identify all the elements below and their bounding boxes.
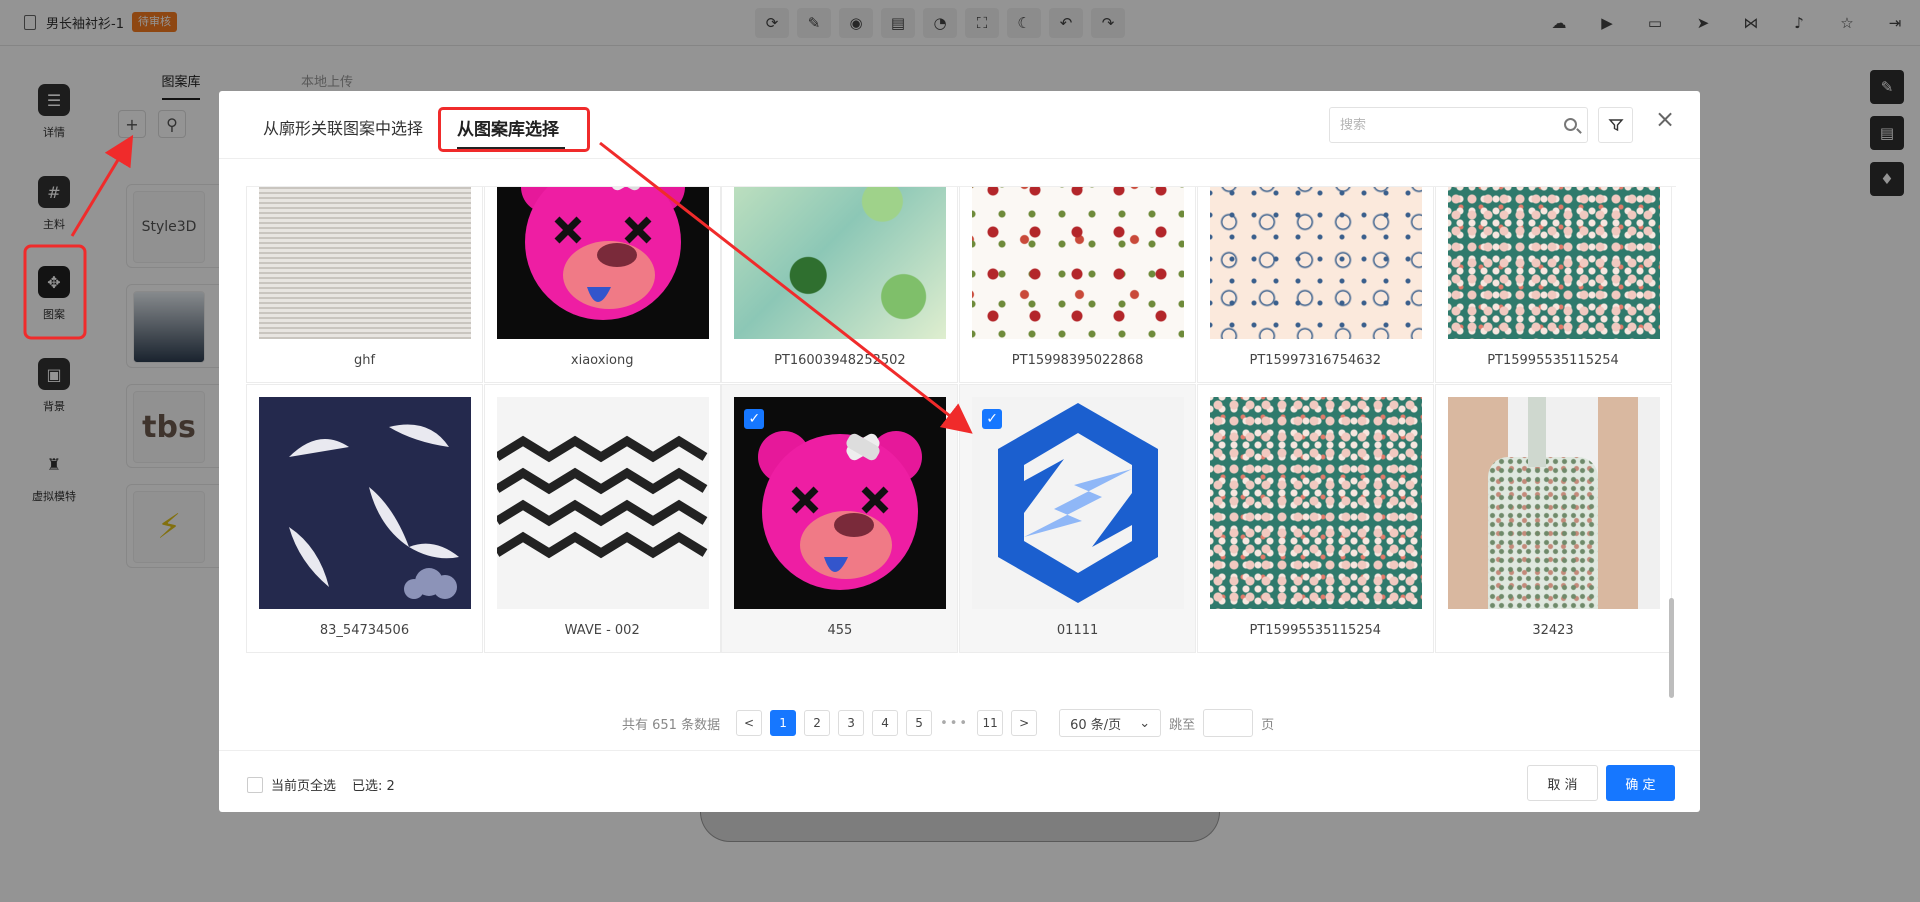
pattern-thumbnail [1447,187,1660,339]
selected-count: 已选: 2 [352,779,395,794]
select-all-label[interactable]: 当前页全选 [271,775,336,794]
filter-button[interactable] [1598,107,1633,143]
search-input[interactable] [1330,108,1550,142]
pattern-name: PT15998395022868 [1011,353,1144,368]
chevron-down-icon: ⌄ [1139,715,1151,731]
pattern-thumbnail [259,187,471,339]
checkbox-checked-icon[interactable]: ✓ [744,409,765,429]
pattern-thumbnail [972,397,1185,609]
grid-scrollbar[interactable] [1669,598,1674,698]
pattern-name: 32423 [1532,623,1574,638]
page-5[interactable]: 5 [906,710,933,736]
pattern-item[interactable]: PT15995535115254 [1196,384,1434,653]
cancel-button[interactable]: 取 消 [1527,765,1598,801]
pattern-thumbnail [734,187,947,339]
pattern-thumbnail [1209,397,1422,609]
page-size-value: 60 条/页 [1070,717,1122,733]
total-count: 共有 651 条数据 [622,717,721,733]
tab-annotation-box [438,107,590,152]
pattern-name: 455 [827,623,853,638]
dialog-footer: 当前页全选 已选: 2 取 消 确 定 [219,750,1700,812]
pattern-item[interactable]: PT15995535115254 [1434,187,1672,383]
search-icon[interactable] [1564,118,1577,131]
pattern-thumbnail [1447,397,1660,609]
pattern-item[interactable]: 83_54734506 [246,384,483,653]
page-size-select[interactable]: 60 条/页 ⌄ [1059,709,1162,737]
page-2[interactable]: 2 [804,710,831,736]
page-3[interactable]: 3 [838,710,865,736]
pattern-item[interactable]: PT16003948252502 [721,187,959,383]
confirm-button[interactable]: 确 定 [1606,765,1675,801]
pattern-name: 01111 [1056,623,1099,638]
pattern-item[interactable]: 32423 [1434,384,1672,653]
page-1[interactable]: 1 [770,710,797,736]
pattern-thumbnail [496,397,709,609]
pattern-name: PT16003948252502 [774,353,906,368]
jump-suffix: 页 [1261,717,1275,733]
pattern-name: PT15997316754632 [1249,353,1382,368]
pattern-item[interactable]: PT15997316754632 [1196,187,1434,383]
search-box [1329,107,1588,143]
pattern-item[interactable]: 455 ✓ [721,384,959,653]
next-page-button[interactable]: > [1011,710,1038,736]
pattern-item[interactable]: ghf [246,187,483,383]
pattern-thumbnail [496,187,709,339]
close-button[interactable]: × [1655,107,1675,131]
checkbox-checked-icon[interactable]: ✓ [982,409,1003,429]
dialog-header: 从廓形关联图案中选择 从图案库选择 × [219,91,1700,159]
pattern-name: PT15995535115254 [1487,353,1619,368]
jump-label: 跳至 [1169,717,1196,733]
pattern-thumbnail [972,187,1185,339]
pattern-name: 83_54734506 [319,623,410,638]
pattern-name: PT15995535115254 [1249,623,1382,638]
pattern-item[interactable]: PT15998395022868 [959,187,1197,383]
pagination: 共有 651 条数据 < 1 2 3 4 5 ••• 11 > 60 条/页 ⌄… [622,708,1274,738]
pattern-name: WAVE - 002 [564,623,640,638]
page-ellipsis[interactable]: ••• [940,716,969,731]
pattern-select-dialog: 从廓形关联图案中选择 从图案库选择 × ghf xiaoxiong PT160039… [219,91,1700,812]
select-all-checkbox[interactable] [247,776,263,793]
page-4[interactable]: 4 [872,710,899,736]
pattern-thumbnail [1209,187,1422,339]
pattern-name: xiaoxiong [570,353,634,368]
pattern-item[interactable]: WAVE - 002 [483,384,721,653]
pattern-item[interactable]: xiaoxiong [483,187,721,383]
jump-page-input[interactable] [1203,709,1254,737]
filter-icon [1607,119,1624,132]
pattern-name: ghf [353,353,376,368]
prev-page-button[interactable]: < [736,710,763,736]
pattern-thumbnail [259,397,471,609]
pattern-thumbnail [734,397,947,609]
pattern-item[interactable]: 01111 ✓ [959,384,1197,653]
page-11[interactable]: 11 [977,710,1004,736]
tab-from-silhouette[interactable]: 从廓形关联图案中选择 [263,115,423,139]
pattern-grid: ghf xiaoxiong PT16003948252502 PT1599839502… [246,186,1676,697]
